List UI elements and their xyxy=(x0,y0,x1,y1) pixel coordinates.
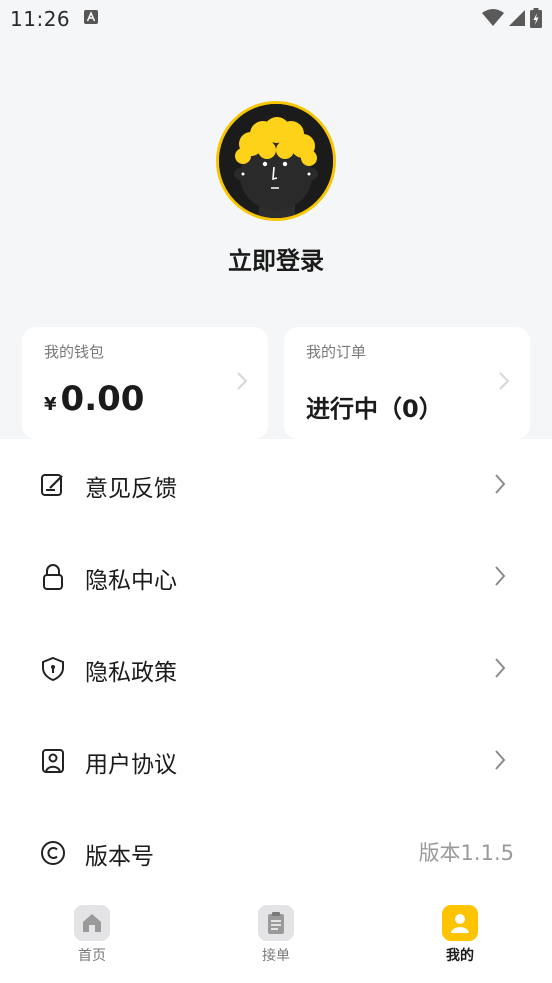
wallet-amount: ¥0.00 xyxy=(44,379,144,419)
chevron-right-icon xyxy=(495,474,506,494)
system-icons xyxy=(482,8,542,28)
menu-item-privacy-policy[interactable]: 隐私政策 xyxy=(0,623,552,715)
copyright-icon xyxy=(41,841,65,865)
menu-item-feedback[interactable]: 意见反馈 xyxy=(0,439,552,531)
tab-home[interactable]: 首页 xyxy=(0,899,184,983)
tab-mine[interactable]: 我的 xyxy=(368,899,552,983)
lock-icon xyxy=(43,564,63,590)
battery-charging-icon xyxy=(530,8,542,28)
tab-orders[interactable]: 接单 xyxy=(184,899,368,983)
menu-panel: 意见反馈 隐私中心 隐私政策 用户协议 版本号 版本1.1.5 xyxy=(0,439,552,899)
wallet-card[interactable]: 我的钱包 ¥0.00 xyxy=(22,327,268,439)
order-card[interactable]: 我的订单 进行中（0） xyxy=(284,327,530,439)
menu-item-label: 版本号 xyxy=(85,844,154,870)
status-time: 11:26 xyxy=(10,7,71,31)
wifi-icon xyxy=(482,9,504,26)
signal-icon xyxy=(509,10,525,26)
menu-item-label: 隐私政策 xyxy=(85,660,177,686)
bottom-tabbar: 首页 接单 我的 xyxy=(0,899,552,983)
user-agreement-icon xyxy=(42,749,64,773)
tab-label: 我的 xyxy=(446,948,474,964)
version-value: 版本1.1.5 xyxy=(418,841,514,865)
wallet-amount-value: 0.00 xyxy=(60,379,145,419)
menu-item-privacy-center[interactable]: 隐私中心 xyxy=(0,531,552,623)
tab-label: 接单 xyxy=(262,948,290,964)
status-bar: 11:26 xyxy=(0,0,552,36)
shield-icon xyxy=(42,656,64,682)
menu-item-label: 隐私中心 xyxy=(85,568,177,594)
order-status: 进行中（0） xyxy=(306,395,443,423)
chevron-right-icon xyxy=(495,658,506,678)
clipboard-icon xyxy=(258,905,294,941)
home-icon xyxy=(74,905,110,941)
avatar-illustration xyxy=(219,104,333,218)
menu-item-user-agreement[interactable]: 用户协议 xyxy=(0,715,552,807)
person-icon xyxy=(442,905,478,941)
menu-item-label: 用户协议 xyxy=(85,752,177,778)
chevron-right-icon xyxy=(495,750,506,770)
menu-item-label: 意见反馈 xyxy=(85,476,177,502)
chevron-right-icon xyxy=(499,372,510,390)
tab-label: 首页 xyxy=(78,948,106,964)
chevron-right-icon xyxy=(237,372,248,390)
notification-a-icon xyxy=(84,10,98,24)
order-title: 我的订单 xyxy=(306,343,367,361)
menu-item-version[interactable]: 版本号 版本1.1.5 xyxy=(0,807,552,899)
wallet-title: 我的钱包 xyxy=(44,343,105,361)
chevron-right-icon xyxy=(495,566,506,586)
login-link[interactable]: 立即登录 xyxy=(0,241,552,276)
feedback-edit-icon xyxy=(41,474,63,496)
currency-symbol: ¥ xyxy=(44,394,57,415)
avatar[interactable] xyxy=(216,101,336,221)
